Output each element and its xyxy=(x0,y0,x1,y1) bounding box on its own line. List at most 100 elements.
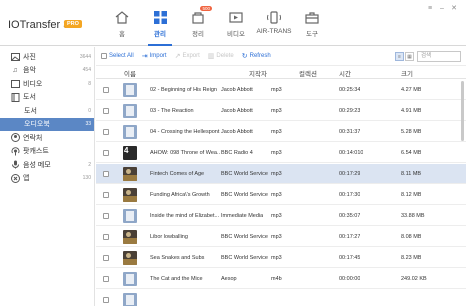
row-time: 00:17:27 xyxy=(339,234,361,240)
row-format: mp3 xyxy=(271,213,282,219)
export-button[interactable]: ↗ Export xyxy=(175,52,200,60)
header-format[interactable]: 컬렉션 xyxy=(299,68,317,78)
sidebar-item-label: 도서 xyxy=(23,94,36,102)
header-title[interactable]: 이름 xyxy=(124,68,136,78)
cover-thumbnail xyxy=(123,272,137,286)
delete-button[interactable]: ▥ Delete xyxy=(208,52,234,60)
row-format: mp3 xyxy=(271,108,282,114)
nav-clean[interactable]: 500 정리 xyxy=(180,6,216,42)
table-row[interactable]: Inside the mind of Elizabet... Immediate … xyxy=(96,206,466,226)
menu-icon[interactable]: ≡ xyxy=(424,3,436,13)
nav-tools[interactable]: 도구 xyxy=(294,8,330,42)
table-row[interactable]: 03 - The Reaction Jacob Abbott mp3 00:29:23… xyxy=(96,101,466,121)
row-checkbox[interactable] xyxy=(103,192,109,198)
sidebar-item-count: 0 xyxy=(88,107,91,114)
table-row[interactable]: The Cat and the Mice Aesop m4b 00:00:00 249.… xyxy=(96,269,466,289)
sidebar-item-video[interactable]: 비디오 8 xyxy=(0,77,94,91)
scrollbar[interactable] xyxy=(461,81,464,141)
table-row[interactable]: Fintech Comes of Age BBC World Service mp3… xyxy=(96,164,466,184)
cover-thumbnail xyxy=(123,125,137,139)
row-checkbox[interactable] xyxy=(103,108,109,114)
home-icon xyxy=(113,8,131,26)
refresh-button[interactable]: ↻ Refresh xyxy=(242,52,271,60)
row-checkbox[interactable] xyxy=(103,150,109,156)
row-format: mp3 xyxy=(271,255,282,261)
sidebar-item-music[interactable]: ♫ 음악 454 xyxy=(0,64,94,78)
cover-thumbnail xyxy=(123,251,137,265)
table-row[interactable] xyxy=(96,290,466,306)
row-size: 249.02 KB xyxy=(401,276,427,282)
table-row[interactable]: Libor lowballing BBC World Service mp3 00:1… xyxy=(96,227,466,247)
header-time[interactable]: 시간 xyxy=(339,68,351,78)
row-checkbox[interactable] xyxy=(103,213,109,219)
table-row[interactable]: AHOW: 098 Throne of Wea...BBC Radio 4 mp3… xyxy=(96,143,466,163)
grid-view-icon[interactable]: ▦ xyxy=(405,52,414,61)
sidebar-item-photos[interactable]: 사진 3644 xyxy=(0,50,94,64)
table-row[interactable]: 02 - Beginning of His Reign Jacob Abbott m… xyxy=(96,80,466,100)
row-size: 4.27 MB xyxy=(401,87,422,93)
row-checkbox-cell xyxy=(103,143,111,163)
video-icon xyxy=(10,79,20,89)
search-input[interactable]: 검색 xyxy=(417,51,461,62)
row-checkbox[interactable] xyxy=(103,234,109,240)
table-row[interactable]: Funding Africa\'s Growth BBC World Servic… xyxy=(96,185,466,205)
sidebar-item-books-sub[interactable]: 도서 0 xyxy=(0,104,94,118)
row-checkbox-cell xyxy=(103,248,111,268)
header-artist[interactable]: 지작자 xyxy=(249,68,267,78)
import-button[interactable]: ⇥ Import xyxy=(142,52,167,60)
sidebar-item-count: 33 xyxy=(85,121,91,128)
row-title xyxy=(150,290,220,306)
video-icon xyxy=(227,8,245,26)
sidebar-item-contacts[interactable]: 연락처 xyxy=(0,131,94,145)
nav-manage[interactable]: 관리 xyxy=(142,8,178,46)
row-checkbox[interactable] xyxy=(103,87,109,93)
pro-badge: PRO xyxy=(64,20,82,28)
nav-home[interactable]: 홈 xyxy=(104,8,140,42)
row-checkbox[interactable] xyxy=(103,297,109,303)
table-row[interactable]: Sea Snakes and Subs BBC World Service mp3 0… xyxy=(96,248,466,268)
row-title: The Cat and the Mice xyxy=(150,276,203,282)
sidebar-item-apps[interactable]: 앱 130 xyxy=(0,172,94,186)
music-icon: ♫ xyxy=(12,66,18,74)
import-label: Import xyxy=(149,53,167,59)
delete-label: Delete xyxy=(216,53,234,59)
contacts-icon xyxy=(10,133,20,143)
row-checkbox[interactable] xyxy=(103,255,109,261)
header-size[interactable]: 크기 xyxy=(401,68,413,78)
cover-thumbnail xyxy=(123,83,137,97)
select-all-button[interactable]: Select All xyxy=(101,53,134,59)
book-icon xyxy=(10,92,20,102)
view-toggle: ≡ ▦ xyxy=(394,52,414,61)
minimize-icon[interactable]: – xyxy=(436,3,448,13)
row-artist: BBC Radio 4 xyxy=(221,150,253,156)
sidebar-item-voice-memos[interactable]: 음성 메모 2 xyxy=(0,158,94,172)
cover-thumbnail xyxy=(123,209,137,223)
row-title: AHOW: 098 Throne of Wea... xyxy=(150,150,220,156)
nav-video[interactable]: 비디오 xyxy=(218,8,254,42)
list-view-icon[interactable]: ≡ xyxy=(395,52,404,61)
select-all-checkbox[interactable] xyxy=(101,53,107,59)
export-label: Export xyxy=(182,53,200,59)
row-title: Inside the mind of Elizabet... xyxy=(150,213,220,219)
row-size: 8.11 MB xyxy=(401,171,422,177)
toolbox-icon xyxy=(303,8,321,26)
row-size: 8.23 MB xyxy=(401,255,422,261)
row-title: Funding Africa\'s Growth xyxy=(150,192,210,198)
import-icon: ⇥ xyxy=(141,53,148,60)
row-checkbox[interactable] xyxy=(103,171,109,177)
table-row[interactable]: 04 - Crossing the Hellespont Jacob Abbott… xyxy=(96,122,466,142)
close-icon[interactable]: ✕ xyxy=(448,3,460,13)
row-time: 00:17:29 xyxy=(339,171,361,177)
nav-air-trans[interactable]: AIR-TRANS xyxy=(256,8,292,42)
sidebar-item-audiobooks[interactable]: 오디오북 33 xyxy=(0,117,94,131)
cover-thumbnail xyxy=(123,230,137,244)
row-checkbox[interactable] xyxy=(103,129,109,135)
sidebar-item-label: 앱 xyxy=(23,175,30,183)
sidebar-item-books[interactable]: 도서 xyxy=(0,91,94,105)
row-checkbox[interactable] xyxy=(103,276,109,282)
row-artist: Aesop xyxy=(221,276,237,282)
sidebar-item-podcasts[interactable]: 팟캐스트 xyxy=(0,145,94,159)
row-checkbox-cell xyxy=(103,206,111,226)
cover-thumbnail xyxy=(123,188,137,202)
title-bar: IOTransfer 3 PRO 홈 관리 500 정리 비디오 AIR-TRA… xyxy=(0,0,466,46)
